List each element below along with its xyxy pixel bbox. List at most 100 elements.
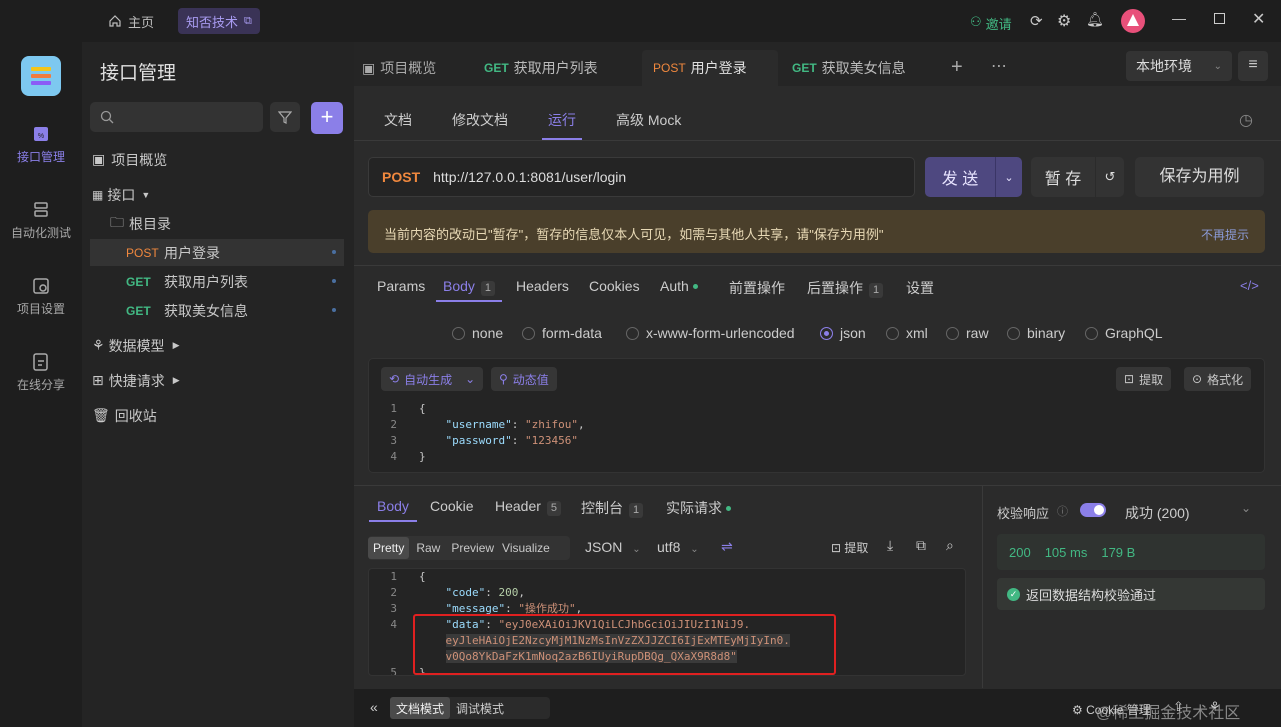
- body-type-group: none form-data x-www-form-urlencoded jso…: [452, 325, 1175, 341]
- menu-button[interactable]: ≡: [1238, 51, 1268, 81]
- chevron-down-icon[interactable]: ⌄: [996, 171, 1022, 184]
- save-case-button[interactable]: 保存为用例: [1135, 157, 1264, 197]
- sidebar-item-quick-request[interactable]: ⊞ 快捷请求 ▶: [92, 367, 344, 394]
- home-tab[interactable]: 主页: [100, 8, 162, 34]
- avatar[interactable]: [1121, 9, 1145, 33]
- more-icon[interactable]: ⋯: [991, 56, 1007, 76]
- radio-json[interactable]: json: [820, 325, 886, 341]
- tab-headers[interactable]: Headers: [516, 278, 569, 294]
- rail-project-settings[interactable]: 项目设置: [0, 276, 82, 317]
- radio-raw[interactable]: raw: [946, 325, 1007, 341]
- sidebar-item-beauty-info[interactable]: GET 获取美女信息: [90, 297, 344, 324]
- add-button[interactable]: +: [311, 102, 343, 134]
- tab-post-actions[interactable]: 后置操作 1: [807, 278, 884, 298]
- dismiss-link[interactable]: 不再提示: [1201, 226, 1249, 243]
- tab-beauty-info[interactable]: GET 获取美女信息: [792, 50, 942, 86]
- invite-button[interactable]: ⚇ 邀请: [970, 14, 1012, 33]
- add-tab-icon[interactable]: +: [951, 56, 963, 79]
- radio-xml[interactable]: xml: [886, 325, 946, 341]
- maximize-icon[interactable]: [1214, 13, 1225, 24]
- search-icon[interactable]: ⌕: [946, 537, 954, 554]
- radio-binary[interactable]: binary: [1007, 325, 1085, 341]
- tab-auth[interactable]: Auth: [660, 278, 698, 294]
- extract-button[interactable]: ⊡ 提取: [1116, 367, 1172, 391]
- sidebar-item-trash[interactable]: 🗑︎ 回收站: [92, 402, 344, 429]
- resp-tab-body[interactable]: Body: [377, 498, 409, 514]
- tab-user-list[interactable]: GET 获取用户列表: [484, 50, 634, 86]
- sidebar-item-root[interactable]: 🗀︎ 根目录: [110, 210, 344, 237]
- overview-icon: ▣: [362, 59, 376, 76]
- gear-icon[interactable]: ⚙: [1057, 11, 1071, 31]
- tab-settings[interactable]: 设置: [906, 278, 934, 298]
- mode-visualize[interactable]: Visualize: [498, 541, 554, 555]
- minimize-icon[interactable]: —: [1172, 10, 1186, 26]
- code-icon[interactable]: </>: [1240, 278, 1259, 293]
- download-icon[interactable]: ⤓: [887, 537, 893, 554]
- mode-pretty[interactable]: Pretty: [368, 537, 410, 559]
- history-icon[interactable]: ◷: [1239, 110, 1253, 130]
- extract-response-button[interactable]: ⊡ 提取: [831, 539, 868, 556]
- rail-share[interactable]: 在线分享: [0, 352, 82, 393]
- subtab-edit-doc[interactable]: 修改文档: [452, 110, 508, 130]
- mode-preview[interactable]: Preview: [447, 541, 498, 555]
- doc-mode-button[interactable]: 文档模式: [390, 697, 451, 719]
- chevron-right-icon: ▶: [172, 375, 180, 385]
- filter-button[interactable]: [270, 102, 300, 132]
- tab-overview[interactable]: ▣ 项目概览: [362, 50, 482, 86]
- debug-mode-button[interactable]: 调试模式: [450, 697, 510, 719]
- help-icon[interactable]: ⓘ: [1057, 503, 1068, 519]
- radio-none[interactable]: none: [452, 325, 522, 341]
- search-input[interactable]: [90, 102, 263, 132]
- cookie-manager-button[interactable]: ⚙ Cookie 管理: [1072, 701, 1151, 718]
- dynamic-value-button[interactable]: ⚲ 动态值: [491, 367, 557, 391]
- env-select[interactable]: 本地环境 ⌄: [1126, 51, 1232, 81]
- subtab-run[interactable]: 运行: [548, 110, 576, 130]
- revert-icon[interactable]: ↺: [1096, 169, 1124, 185]
- format-button[interactable]: ⊙ 格式化: [1184, 367, 1252, 391]
- mode-raw[interactable]: Raw: [409, 541, 447, 555]
- validate-result-select[interactable]: 成功 (200): [1125, 503, 1190, 523]
- rail-api-management[interactable]: % 接口管理: [0, 124, 82, 165]
- validate-toggle[interactable]: [1080, 503, 1106, 517]
- save-button[interactable]: 暂 存 ↺: [1031, 157, 1124, 197]
- format-select[interactable]: JSON ⌄: [585, 539, 641, 555]
- collapse-icon[interactable]: «: [370, 699, 378, 715]
- method-select[interactable]: POST: [382, 169, 420, 185]
- resp-tab-header[interactable]: Header 5: [495, 498, 562, 516]
- request-body-editor[interactable]: ⟲ 自动生成 ⌄ ⚲ 动态值 ⊡ 提取 ⊙ 格式化 1{ 2 "username": "z…: [368, 358, 1265, 473]
- sidebar-item-user-list[interactable]: GET 获取用户列表: [90, 268, 344, 295]
- rail-automation[interactable]: 自动化测试: [0, 200, 82, 241]
- resp-tab-actual[interactable]: 实际请求: [666, 498, 731, 518]
- encoding-select[interactable]: utf8 ⌄: [657, 539, 699, 555]
- autogen-button[interactable]: ⟲ 自动生成 ⌄: [381, 367, 484, 391]
- radio-urlencoded[interactable]: x-www-form-urlencoded: [626, 325, 820, 341]
- subtab-doc[interactable]: 文档: [384, 110, 412, 130]
- chevron-down-icon[interactable]: ⌄: [1241, 501, 1251, 515]
- sidebar-item-login[interactable]: POST 用户登录: [90, 239, 344, 266]
- resp-tab-console[interactable]: 控制台 1: [581, 498, 644, 518]
- project-tab[interactable]: 知否技术 ⧉: [178, 8, 260, 34]
- sidebar-item-overview[interactable]: ▣ 项目概览: [92, 146, 344, 173]
- subtab-mock[interactable]: 高级 Mock: [616, 110, 681, 130]
- radio-form-data[interactable]: form-data: [522, 325, 626, 341]
- tab-pre-actions[interactable]: 前置操作: [729, 278, 785, 298]
- shirt-icon[interactable]: ⚘: [1209, 699, 1221, 715]
- close-icon[interactable]: ✕: [1252, 9, 1265, 29]
- tab-login[interactable]: POST 用户登录: [642, 50, 778, 86]
- send-button[interactable]: 发 送 ⌄: [925, 157, 1022, 197]
- resp-tab-cookie[interactable]: Cookie: [430, 498, 474, 514]
- radio-graphql[interactable]: GraphQL: [1085, 325, 1175, 341]
- sidebar-item-api[interactable]: ▦ 接口 ▼: [92, 181, 344, 208]
- wrap-icon[interactable]: ⇌: [721, 538, 733, 555]
- bell-icon[interactable]: 🔔︎: [1086, 11, 1104, 28]
- sync-icon[interactable]: ⟳: [1030, 12, 1043, 30]
- copy-icon[interactable]: ⧉: [916, 537, 926, 554]
- url-input[interactable]: POST http://127.0.0.1:8081/user/login: [368, 157, 915, 197]
- send-label: 发 送: [941, 171, 979, 188]
- tab-body[interactable]: Body 1: [443, 278, 496, 296]
- tab-params[interactable]: Params: [377, 278, 425, 294]
- sidebar-item-data-model[interactable]: ⚘ 数据模型 ▶: [92, 332, 344, 359]
- upload-icon[interactable]: ⇧: [1173, 699, 1184, 715]
- radio-label: json: [840, 325, 866, 341]
- tab-cookies[interactable]: Cookies: [589, 278, 640, 294]
